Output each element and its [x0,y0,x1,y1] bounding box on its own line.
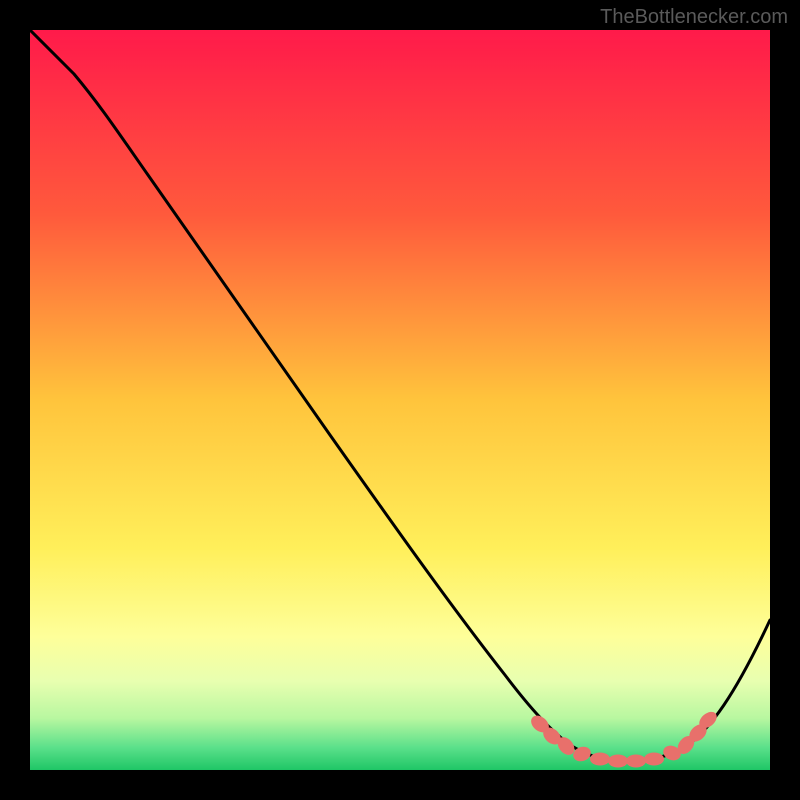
watermark-text: TheBottlenecker.com [600,6,788,29]
chart-plot-area [30,30,770,770]
optimal-zone-markers [528,709,720,768]
chart-curve [30,30,770,770]
